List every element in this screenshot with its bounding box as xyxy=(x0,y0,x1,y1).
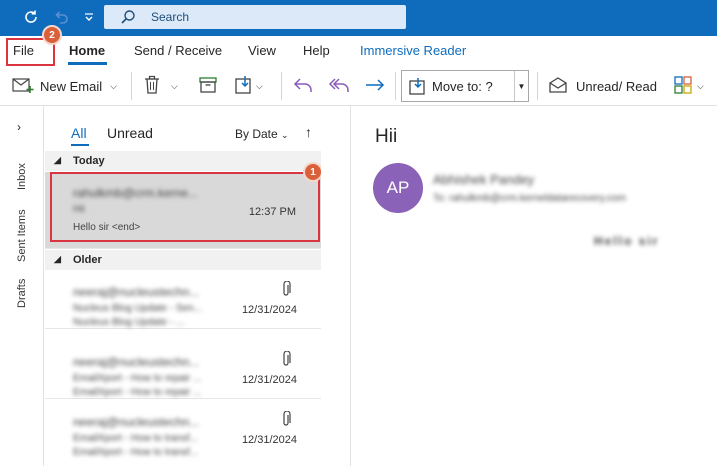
expand-chevron-icon[interactable]: › xyxy=(17,120,21,134)
collapse-chevron-icon: ◢ xyxy=(54,155,61,165)
tab-help[interactable]: Help xyxy=(303,43,330,58)
list-item[interactable]: neeraj@nucleustechn... EmailXport - How … xyxy=(45,401,321,466)
toolbar-divider xyxy=(395,72,396,100)
rail-item-drafts[interactable]: Drafts xyxy=(16,279,28,308)
filter-all[interactable]: All xyxy=(71,125,87,141)
list-scroll-gutter xyxy=(321,106,350,466)
message-subject: Nucleus Blog Update - Sen... xyxy=(73,303,202,314)
step-badge-1: 1 xyxy=(303,162,323,182)
reply-button[interactable] xyxy=(292,75,314,97)
attachment-icon xyxy=(281,280,291,300)
tab-home[interactable]: Home xyxy=(69,43,105,58)
filter-all-underline xyxy=(71,144,89,146)
chevron-down-icon[interactable]: ▼ xyxy=(514,71,528,101)
tab-immersive-reader[interactable]: Immersive Reader xyxy=(360,43,466,58)
message-list: All Unread By Date ⌄ ↑ ◢ Today rahulkmb@… xyxy=(45,106,321,466)
quick-access-dropdown-icon[interactable] xyxy=(78,6,100,28)
chevron-down-icon[interactable]: ⌵ xyxy=(697,81,704,92)
ribbon-tabs: File Home Send / Receive View Help Immer… xyxy=(0,36,717,66)
envelope-open-icon xyxy=(548,76,568,97)
message-subject: EmailXport - How to transf... xyxy=(73,433,199,444)
search-placeholder: Search xyxy=(151,10,190,24)
message-body: Hello sir xyxy=(594,234,660,248)
sender-name[interactable]: Abhishek Pandey xyxy=(433,172,534,187)
categorize-icon xyxy=(674,75,694,97)
message-from: neeraj@nucleustechn... xyxy=(73,285,200,299)
collapse-chevron-icon: ◢ xyxy=(54,254,61,264)
folder-rail: › Inbox Sent Items Drafts xyxy=(0,106,44,466)
attachment-icon xyxy=(281,350,291,370)
categorize-button[interactable]: ⌵ xyxy=(674,75,704,97)
move-folder-icon xyxy=(234,75,254,98)
list-item[interactable]: neeraj@nucleustechn... Nucleus Blog Upda… xyxy=(45,271,321,329)
toolbar-divider xyxy=(537,72,538,100)
selected-message-highlight xyxy=(50,172,320,242)
message-from: neeraj@nucleustechn... xyxy=(73,415,200,429)
group-header-older[interactable]: ◢ Older xyxy=(45,250,321,270)
reply-icon xyxy=(292,76,314,97)
active-tab-indicator xyxy=(68,62,107,65)
toolbar-divider xyxy=(281,72,282,100)
message-subject: EmailXport - How to repair ... xyxy=(73,373,202,384)
new-email-icon xyxy=(12,76,34,97)
sort-label: By Date xyxy=(235,127,278,141)
rail-item-sent-items[interactable]: Sent Items xyxy=(16,209,28,262)
rail-item-inbox[interactable]: Inbox xyxy=(16,163,28,190)
message-preview: Nucleus Blog Update - ... xyxy=(73,317,185,328)
recipient-line: To: rahulkmb@crm.kerneldatarecovery.com xyxy=(433,193,626,204)
group-header-today[interactable]: ◢ Today xyxy=(45,151,321,171)
archive-icon xyxy=(198,76,218,97)
search-icon xyxy=(120,9,136,28)
avatar[interactable]: AP xyxy=(373,163,423,213)
reply-all-icon xyxy=(327,76,351,97)
chevron-down-icon[interactable]: ⌵ xyxy=(256,81,263,92)
new-email-button[interactable]: New Email ⌵ xyxy=(12,75,117,97)
list-item[interactable]: neeraj@nucleustechn... EmailXport - How … xyxy=(45,341,321,399)
sort-by-date[interactable]: By Date ⌄ xyxy=(235,127,289,141)
message-preview: EmailXport - How to transf... xyxy=(73,447,199,458)
group-label: Today xyxy=(73,155,105,167)
forward-button[interactable] xyxy=(364,75,386,97)
sort-direction-icon[interactable]: ↑ xyxy=(305,124,312,140)
chevron-down-icon: ⌄ xyxy=(281,130,289,140)
archive-button[interactable] xyxy=(198,75,218,97)
new-email-label: New Email xyxy=(40,78,103,94)
ribbon-toolbar: New Email ⌵ ⌵ ⌵ Move to: ? ▼ Unread/ Rea… xyxy=(0,66,717,106)
toolbar-divider xyxy=(131,72,132,100)
move-button[interactable]: ⌵ xyxy=(234,75,263,97)
message-from: neeraj@nucleustechn... xyxy=(73,355,200,369)
reading-pane: Hii AP Abhishek Pandey To: rahulkmb@crm.… xyxy=(351,106,717,466)
message-date: 12/31/2024 xyxy=(241,374,297,386)
reply-all-button[interactable] xyxy=(327,75,351,97)
move-to-label: Move to: ? xyxy=(432,79,493,94)
message-subject-heading: Hii xyxy=(375,126,398,147)
tab-view[interactable]: View xyxy=(248,43,276,58)
attachment-icon xyxy=(281,410,291,430)
message-date: 12/31/2024 xyxy=(241,304,297,316)
move-to-dropdown[interactable]: Move to: ? ▼ xyxy=(401,70,529,102)
step-badge-2: 2 xyxy=(42,25,62,45)
sync-icon[interactable] xyxy=(20,6,42,28)
filter-unread[interactable]: Unread xyxy=(107,125,153,141)
unread-read-label: Unread/ Read xyxy=(576,78,657,94)
message-date: 12/31/2024 xyxy=(241,434,297,446)
chevron-down-icon[interactable]: ⌵ xyxy=(110,81,117,92)
delete-button[interactable]: ⌵ xyxy=(143,75,178,97)
unread-read-button[interactable]: Unread/ Read xyxy=(548,75,657,97)
chevron-down-icon[interactable]: ⌵ xyxy=(171,81,178,92)
move-to-folder-icon xyxy=(408,77,428,100)
title-bar: Search xyxy=(0,0,717,36)
group-label: Older xyxy=(73,254,102,266)
tab-send-receive[interactable]: Send / Receive xyxy=(134,43,222,58)
message-preview: EmailXport - How to repair ... xyxy=(73,387,202,398)
trash-icon xyxy=(143,75,161,98)
forward-icon xyxy=(364,76,386,97)
search-box[interactable]: Search xyxy=(104,5,406,29)
